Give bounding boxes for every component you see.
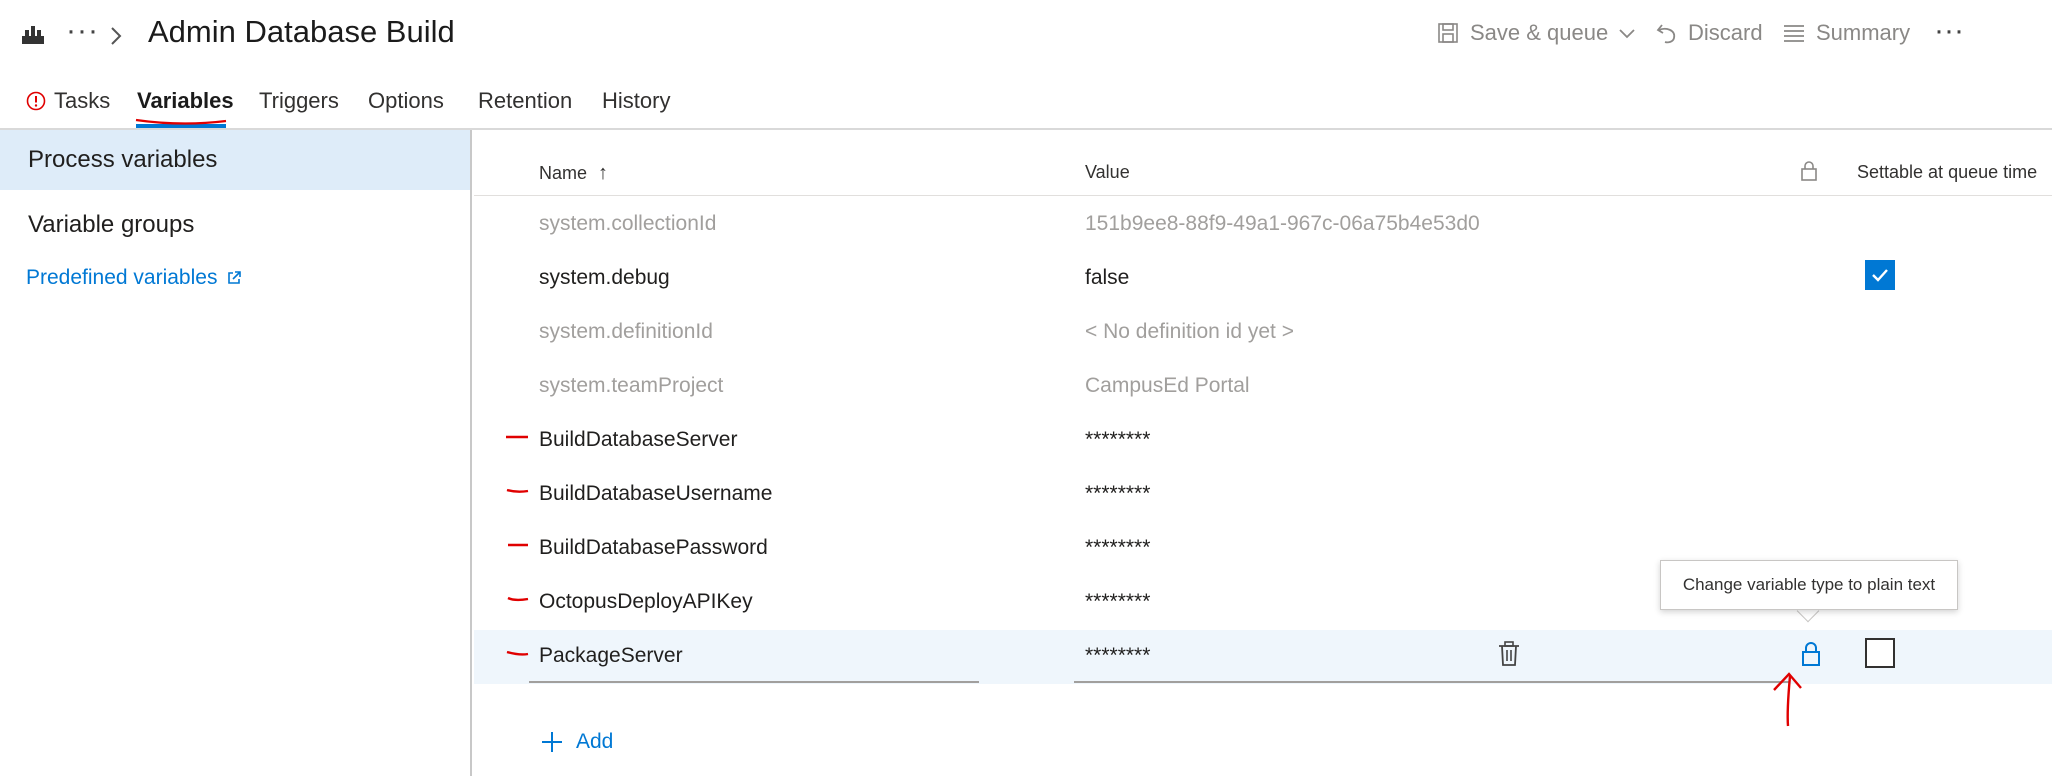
discard-label: Discard [1688, 20, 1763, 45]
chevron-down-icon [1619, 29, 1635, 39]
save-icon [1438, 23, 1458, 43]
name-field-underline [529, 681, 979, 683]
page-header: ··· Admin Database Build Save & queue Di… [0, 0, 2052, 72]
variable-name: system.collectionId [539, 212, 717, 235]
name-column-header[interactable]: Name ↑ [539, 162, 608, 185]
variable-name: system.teamProject [539, 374, 724, 397]
tab-bar: Tasks Variables Triggers Options Retenti… [0, 80, 2052, 130]
save-queue-label: Save & queue [1470, 20, 1609, 45]
predefined-variables-label: Predefined variables [26, 266, 218, 289]
variable-value-input[interactable]: ******** [1085, 644, 1150, 668]
annotation-mark [506, 488, 529, 493]
tab-variables[interactable]: Variables [137, 88, 234, 114]
variable-row[interactable]: BuildDatabaseServer ******** [474, 414, 2052, 468]
variable-value: false [1085, 266, 1130, 289]
external-link-icon [228, 271, 242, 284]
value-field-underline [1074, 681, 1790, 683]
variable-value: 151b9ee8-88f9-49a1-967c-06a75b4e53d0 [1085, 212, 1480, 235]
variable-row-selected[interactable]: PackageServer ******** [474, 630, 2052, 684]
breadcrumb-more-button[interactable]: ··· [66, 14, 99, 48]
plus-icon [542, 732, 562, 752]
lock-header-icon [1801, 161, 1817, 181]
variable-name: system.definitionId [539, 320, 713, 343]
annotation-mark [507, 596, 529, 602]
chevron-right-icon [111, 27, 122, 45]
tab-variables-label: Variables [137, 88, 234, 113]
error-icon [26, 91, 46, 111]
variable-value: CampusEd Portal [1085, 374, 1250, 397]
variable-row[interactable]: system.definitionId < No definition id y… [474, 306, 2052, 360]
tab-retention[interactable]: Retention [478, 88, 572, 114]
variable-groups-nav[interactable]: Variable groups [0, 200, 470, 250]
pipeline-build-icon [22, 26, 44, 44]
settable-column-header: Settable at queue time [1857, 162, 2038, 182]
annotation-arrow [1773, 672, 1802, 727]
variable-value: ******** [1085, 590, 1151, 613]
variable-value: ******** [1085, 536, 1151, 559]
settable-checkbox[interactable] [1865, 638, 1895, 668]
discard-button[interactable]: Discard [1656, 20, 1763, 46]
value-column-header: Value [1085, 162, 1130, 182]
delete-icon[interactable] [1497, 640, 1521, 668]
variable-value: < No definition id yet > [1085, 320, 1294, 343]
grid-header: Name ↑ Value Settable at queue time [474, 130, 2052, 196]
variable-row[interactable]: system.teamProject CampusEd Portal [474, 360, 2052, 414]
tab-history[interactable]: History [602, 88, 670, 114]
tab-history-label: History [602, 88, 671, 113]
process-variables-label: Process variables [28, 146, 218, 173]
annotation-mark [506, 650, 529, 656]
summary-label: Summary [1816, 20, 1911, 45]
left-pane: Process variables Variable groups Predef… [0, 130, 472, 776]
process-variables-nav[interactable]: Process variables [0, 130, 470, 190]
annotation-mark [506, 435, 528, 439]
variable-name: OctopusDeployAPIKey [539, 590, 753, 613]
add-label: Add [576, 730, 614, 753]
tab-options[interactable]: Options [368, 88, 444, 114]
variable-name: BuildDatabaseUsername [539, 482, 773, 505]
variable-row[interactable]: system.collectionId 151b9ee8-88f9-49a1-9… [474, 198, 2052, 252]
annotation-mark [508, 543, 528, 547]
variable-name: BuildDatabasePassword [539, 536, 768, 559]
variable-name: BuildDatabaseServer [539, 428, 738, 451]
variable-groups-label: Variable groups [28, 211, 195, 238]
variable-row[interactable]: BuildDatabaseUsername ******** [474, 468, 2052, 522]
checkmark-icon [1872, 269, 1888, 282]
list-icon [1784, 25, 1804, 42]
undo-icon [1656, 24, 1676, 44]
variables-grid: Name ↑ Value Settable at queue time syst… [474, 130, 2052, 776]
add-variable-button[interactable]: Add [540, 730, 613, 754]
lock-icon[interactable] [1800, 640, 1822, 668]
tab-tasks[interactable]: Tasks [26, 88, 110, 114]
variable-name-input[interactable]: PackageServer [539, 644, 683, 668]
settable-checkbox[interactable] [1865, 260, 1895, 290]
variable-name: system.debug [539, 266, 670, 289]
name-header-label: Name [539, 163, 588, 183]
tab-triggers-label: Triggers [259, 88, 339, 113]
predefined-variables-link[interactable]: Predefined variables [0, 258, 470, 298]
more-actions-button[interactable]: ··· [1934, 14, 1964, 48]
variable-row[interactable]: system.debug false [474, 252, 2052, 306]
annotation-underline [135, 118, 227, 125]
sort-ascending-icon: ↑ [598, 162, 609, 184]
page-title: Admin Database Build [148, 14, 455, 49]
variable-value: ******** [1085, 428, 1151, 451]
tab-triggers[interactable]: Triggers [259, 88, 339, 114]
variable-value: ******** [1085, 482, 1151, 505]
summary-button[interactable]: Summary [1782, 20, 1910, 46]
tab-retention-label: Retention [478, 88, 573, 113]
tab-options-label: Options [368, 88, 444, 113]
save-queue-button[interactable]: Save & queue [1436, 20, 1636, 46]
tooltip: Change variable type to plain text [1660, 560, 1958, 610]
tab-tasks-label: Tasks [54, 88, 111, 113]
